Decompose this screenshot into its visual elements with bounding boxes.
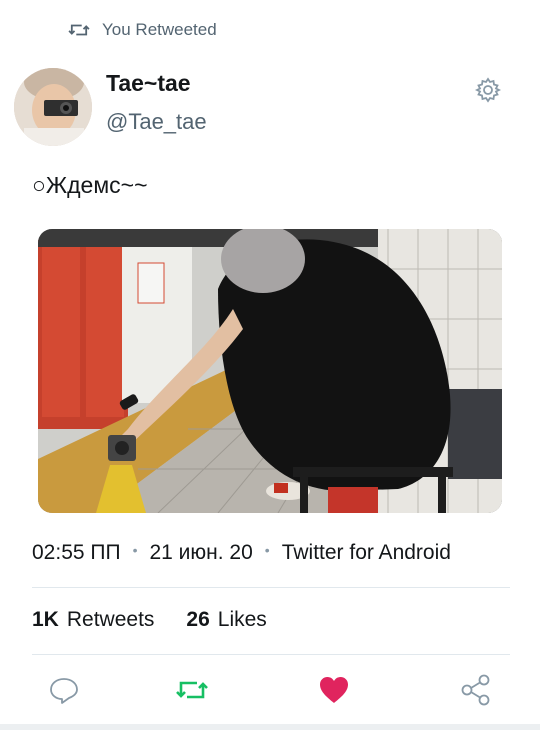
divider [32,587,510,588]
tweet-header: Tae~tae @Tae_tae [0,64,540,148]
like-button[interactable] [316,672,352,708]
separator-dot: • [264,542,270,558]
tweet-text: ○Ждемс~~ [32,172,148,198]
retweet-button[interactable] [174,672,210,708]
gear-icon[interactable] [474,76,502,104]
tweet-photo[interactable] [38,229,502,513]
retweets-count[interactable]: 1K [32,608,59,632]
likes-label[interactable]: Likes [218,608,267,632]
tweet-action-bar [0,670,540,710]
separator-dot: • [132,542,138,558]
likes-count[interactable]: 26 [186,608,209,632]
reply-button[interactable] [46,672,82,708]
reply-icon [50,678,78,704]
tweet-detail-screen: You Retweeted Tae~tae @Tae_tae ○Ждемс~~ … [0,0,540,730]
retweets-label[interactable]: Retweets [67,608,155,632]
retweet-context-label: You Retweeted [102,20,217,39]
tweet-stats: 1K Retweets 26 Likes [32,608,267,632]
tweet-date: 21 июн. 20 [149,541,253,564]
display-name[interactable]: Tae~tae [106,70,191,97]
retweet-icon [176,681,208,699]
tweet-time: 02:55 ПП [32,541,121,564]
tweet-source[interactable]: Twitter for Android [282,541,451,565]
retweet-icon [68,24,90,36]
tweet-meta: 02:55 ПП • 21 июн. 20 • Twitter for Andr… [32,541,451,565]
bottom-divider [0,724,540,730]
retweet-context: You Retweeted [68,18,217,42]
heart-icon [320,677,348,703]
divider [32,654,510,655]
user-handle[interactable]: @Tae_tae [106,109,207,135]
avatar[interactable] [14,68,92,146]
share-icon [461,674,490,706]
share-button[interactable] [458,672,494,708]
